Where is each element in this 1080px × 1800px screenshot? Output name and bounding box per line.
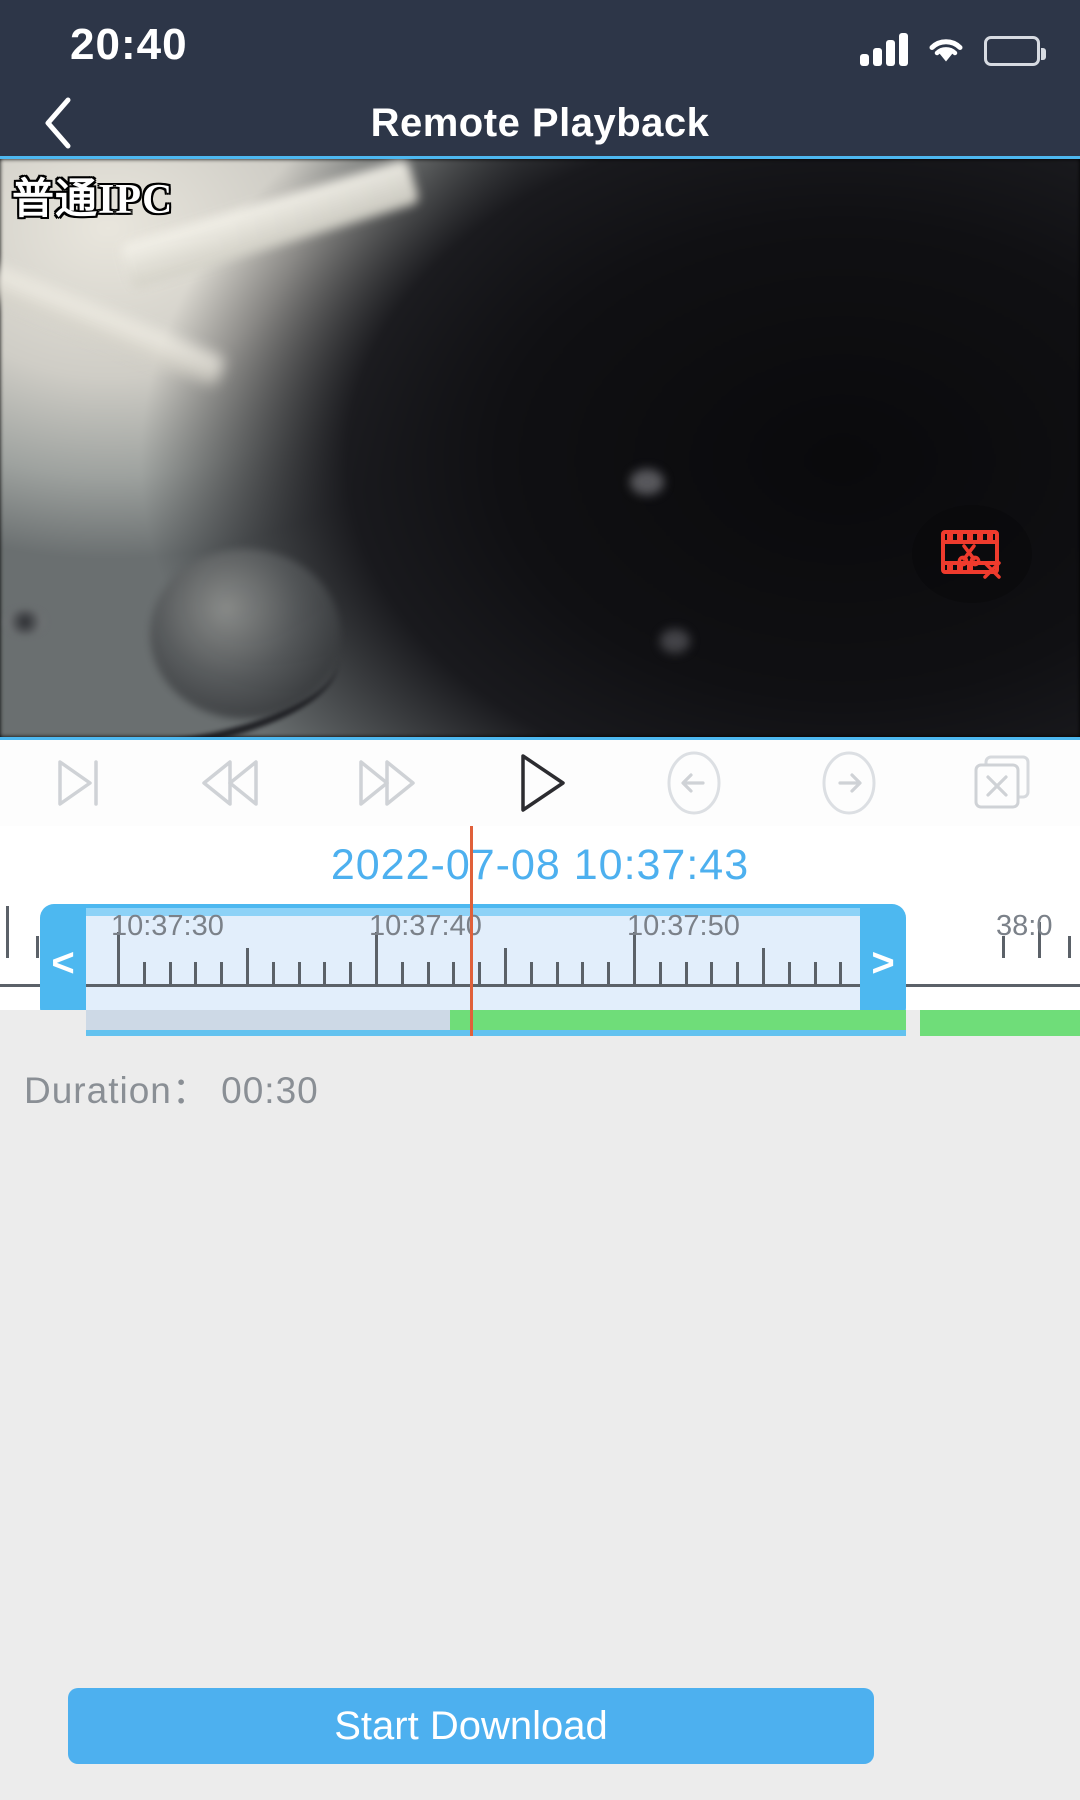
timeline-tick bbox=[658, 962, 662, 984]
playback-controls bbox=[0, 740, 1080, 826]
timeline-tick bbox=[323, 962, 327, 984]
stop-clip-button[interactable] bbox=[912, 505, 1032, 603]
timeline-tick bbox=[839, 962, 843, 984]
timeline-label-outside: 38:0 bbox=[996, 910, 1053, 942]
close-window-x-icon bbox=[974, 755, 1030, 809]
arrow-left-circle-icon bbox=[667, 751, 721, 815]
camera-name-watermark: 普通IPC bbox=[12, 177, 174, 223]
back-button[interactable] bbox=[18, 90, 98, 156]
timeline-label: 10:37:40 bbox=[368, 910, 482, 942]
timeline-tick bbox=[426, 962, 430, 984]
timeline-tick bbox=[246, 948, 249, 984]
timeline-tick bbox=[762, 948, 765, 984]
timeline-tick bbox=[787, 962, 791, 984]
timeline-tick bbox=[710, 962, 714, 984]
timeline-axis-inside bbox=[86, 984, 860, 987]
timeline-tick bbox=[194, 962, 198, 984]
timeline-tick bbox=[581, 962, 585, 984]
timeline-tick bbox=[220, 962, 224, 984]
timeline-tick bbox=[271, 962, 275, 984]
record-segment-green-outside bbox=[920, 1010, 1080, 1036]
timeline-ruler-inside: 10:37:30 10:37:40 10:37:50 bbox=[86, 904, 860, 1022]
status-bar-clock: 20:40 bbox=[70, 20, 188, 69]
timeline-tick bbox=[555, 962, 559, 984]
timeline[interactable]: 38:0 10:37:30 10:37:40 10:37:50 < > bbox=[0, 904, 1080, 1022]
timeline-handle-left[interactable]: < bbox=[40, 904, 86, 1022]
next-button[interactable] bbox=[771, 740, 925, 826]
play-button[interactable] bbox=[463, 740, 617, 826]
play-triangle-icon bbox=[521, 754, 565, 812]
step-forward-button[interactable] bbox=[0, 740, 154, 826]
timeline-tick bbox=[684, 962, 688, 984]
status-bar: 20:40 bbox=[0, 0, 1080, 90]
video-dark-spot bbox=[5, 609, 45, 635]
chevron-left-icon: < bbox=[51, 940, 75, 985]
close-windows-button[interactable] bbox=[926, 740, 1080, 826]
page-title: Remote Playback bbox=[370, 100, 710, 145]
previous-button[interactable] bbox=[617, 740, 771, 826]
record-selection-underline bbox=[86, 1030, 906, 1036]
chevron-right-icon: > bbox=[871, 940, 895, 985]
film-scissors-cancel-icon bbox=[941, 530, 1001, 579]
timeline-tick bbox=[400, 962, 404, 984]
signal-bars-icon bbox=[860, 32, 908, 66]
timeline-tick bbox=[349, 962, 353, 984]
wifi-icon bbox=[926, 34, 966, 66]
timeline-record-strip bbox=[0, 1010, 1080, 1036]
timeline-playhead bbox=[470, 826, 473, 1036]
video-player[interactable]: 普通IPC bbox=[0, 156, 1080, 740]
navigation-bar: Remote Playback bbox=[0, 90, 1080, 156]
timeline-label: 10:37:30 bbox=[110, 910, 224, 942]
timeline-tick bbox=[142, 962, 146, 984]
start-download-button[interactable]: Start Download bbox=[68, 1688, 874, 1764]
timeline-tick bbox=[478, 962, 482, 984]
timeline-tick bbox=[452, 962, 456, 984]
timeline-handle-right[interactable]: > bbox=[860, 904, 906, 1022]
timeline-tick bbox=[168, 962, 172, 984]
timeline-selection[interactable]: 10:37:30 10:37:40 10:37:50 < > bbox=[40, 904, 906, 1022]
battery-icon bbox=[984, 36, 1046, 66]
current-timestamp: 2022-07-08 10:37:43 bbox=[330, 840, 750, 889]
timeline-tick bbox=[297, 962, 301, 984]
fast-forward-button[interactable] bbox=[309, 740, 463, 826]
rewind-button[interactable] bbox=[154, 740, 308, 826]
timeline-tick bbox=[607, 962, 611, 984]
timeline-label: 10:37:50 bbox=[626, 910, 740, 942]
timeline-tick bbox=[504, 948, 507, 984]
duration-label: Duration： 00:30 bbox=[24, 1070, 319, 1111]
remote-playback-screen: 20:40 Remote Playback 普通IPC 2022-07-08 1… bbox=[0, 0, 1080, 1800]
forward-double-right-icon bbox=[358, 760, 415, 806]
current-time-band: 2022-07-08 10:37:43 bbox=[0, 826, 1080, 904]
status-bar-icons bbox=[860, 26, 1046, 66]
video-specular-2 bbox=[660, 629, 690, 653]
timeline-tick bbox=[529, 962, 533, 984]
timeline-tick bbox=[813, 962, 817, 984]
video-frame bbox=[0, 159, 1080, 737]
play-to-end-icon bbox=[58, 760, 98, 806]
chevron-left-icon bbox=[45, 97, 71, 149]
video-specular-1 bbox=[630, 469, 664, 495]
timeline-tick bbox=[736, 962, 740, 984]
arrow-right-circle-icon bbox=[822, 751, 876, 815]
rewind-double-left-icon bbox=[202, 760, 259, 806]
